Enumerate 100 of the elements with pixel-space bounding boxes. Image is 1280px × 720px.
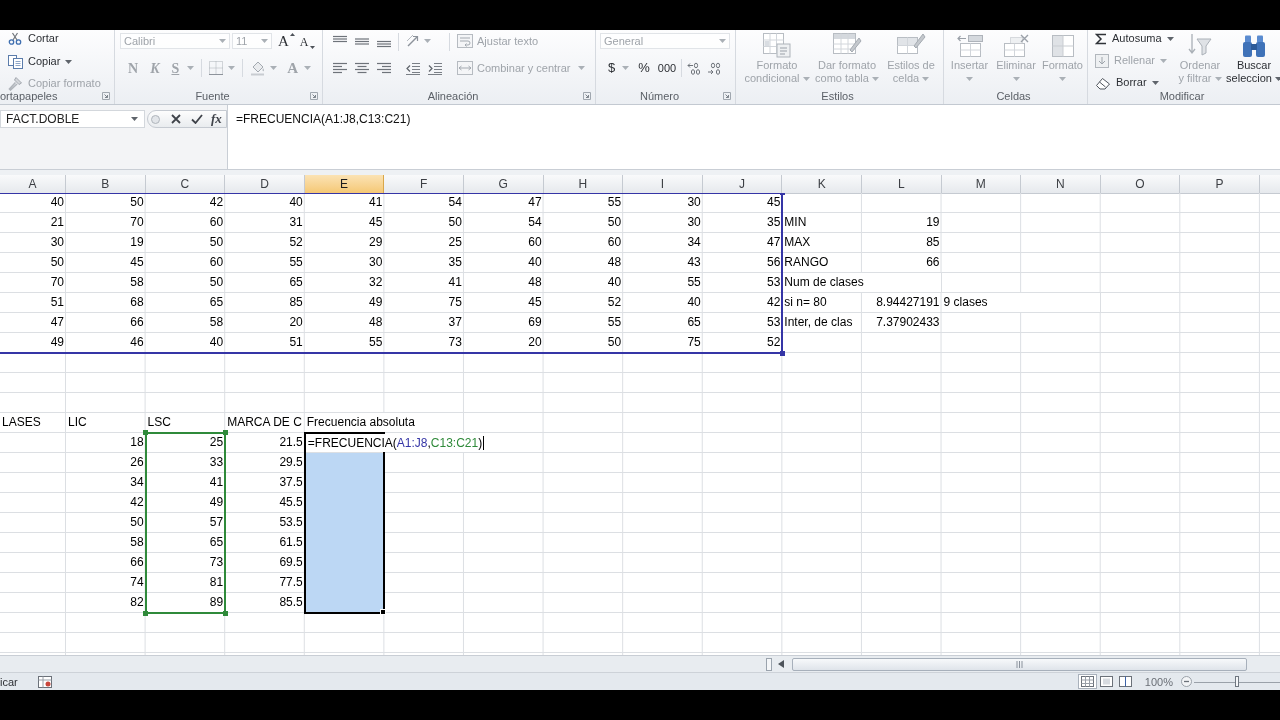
table-cell-text: 45.5 — [278, 494, 304, 511]
round-handle-icon[interactable] — [151, 114, 160, 124]
zoom-level[interactable]: 100% — [1144, 674, 1173, 689]
table-cell-text: 20 — [288, 314, 304, 331]
column-header[interactable]: L — [861, 175, 942, 194]
table-cell-text: 50 — [49, 254, 65, 271]
table-cell-text: 60 — [527, 234, 543, 251]
table-cell-text: 34 — [129, 474, 145, 491]
clear-button[interactable]: Borrar — [1095, 75, 1159, 90]
align-left-icon[interactable] — [333, 61, 347, 75]
copy-button[interactable]: Copiar — [8, 54, 73, 69]
table-cell-text: 65 — [686, 314, 702, 331]
thousands-button[interactable]: 000 — [657, 59, 677, 77]
dialog-launcher-icon[interactable] — [102, 92, 110, 100]
border-grid-icon[interactable] — [209, 61, 224, 75]
table-cell: Num de clases — [782, 273, 942, 293]
group-label: Fuente — [195, 89, 230, 103]
table-cell-text: 57 — [208, 514, 225, 531]
table-cell-text: 51 — [288, 334, 304, 351]
table-cell-text: 85.5 — [278, 594, 304, 611]
cut-button[interactable]: Cortar — [8, 31, 59, 46]
autosum-button[interactable]: Autosuma — [1095, 31, 1174, 46]
table-cell-text: 42 — [766, 294, 782, 311]
table-cell-text: 45 — [368, 214, 384, 231]
table-cell-text: 66 — [925, 254, 941, 271]
table-cell-text: 19 — [925, 214, 941, 231]
table-cell-text: 82 — [129, 594, 145, 611]
table-cell-text: 30 — [368, 254, 384, 271]
conditional-format-icon — [762, 32, 792, 58]
delete-cells-icon — [1001, 34, 1031, 58]
column-header[interactable]: P — [1180, 175, 1260, 194]
caret-icon — [261, 39, 268, 43]
check-icon[interactable] — [191, 114, 203, 124]
cancel-icon[interactable] — [171, 114, 181, 124]
column-header[interactable]: K — [782, 175, 862, 194]
table-cell-text: 45 — [527, 294, 543, 311]
cell-editor[interactable]: =FRECUENCIA(A1:J8,C13:C21) — [305, 434, 486, 452]
group-label: Estilos — [821, 89, 854, 103]
table-cell-text: Inter, de clas — [783, 314, 854, 331]
zoom-out-icon[interactable] — [1181, 676, 1192, 687]
caret-icon — [1059, 77, 1066, 81]
column-header[interactable]: O — [1100, 175, 1181, 194]
table-cell-text: 26 — [129, 454, 145, 471]
decimal-increase-icon[interactable] — [687, 61, 702, 75]
table-cell-text: 75 — [447, 294, 463, 311]
column-header[interactable]: M — [941, 175, 1022, 194]
table-cell-text: 31 — [288, 214, 304, 231]
zoom-slider[interactable] — [1194, 675, 1280, 688]
table-cell-text: 74 — [129, 574, 145, 591]
table-cell-text: 75 — [686, 334, 702, 351]
table-cell-text: 73 — [208, 554, 225, 571]
indent-decrease-icon[interactable] — [406, 61, 420, 75]
caret-icon — [622, 66, 630, 70]
table-cell-text: 40 — [288, 194, 304, 211]
table-cell-text: 35 — [766, 214, 782, 231]
find-select-button[interactable]: Buscar seleccion — [1228, 30, 1280, 90]
table-cell-text: 48 — [368, 314, 384, 331]
caret-icon — [922, 76, 930, 81]
table-cell-text: 43 — [686, 254, 702, 271]
table-cell-text: 45 — [766, 194, 782, 211]
dialog-launcher-icon[interactable] — [583, 92, 591, 100]
macro-record-icon[interactable] — [37, 675, 52, 688]
table-cell-text: 30 — [686, 194, 702, 211]
zoom-slider-thumb[interactable] — [1235, 675, 1239, 687]
merge-cells-icon — [457, 61, 473, 75]
scrollbar-thumb[interactable] — [792, 657, 1247, 671]
group-label: Modificar — [1159, 89, 1205, 103]
table-cell-text: 56 — [766, 254, 782, 271]
scroll-left-icon[interactable] — [778, 660, 784, 668]
table-cell-text: 73 — [447, 334, 463, 351]
align-center-icon[interactable] — [355, 61, 369, 75]
currency-button[interactable]: $ — [608, 58, 630, 78]
paintbrush-icon — [8, 76, 23, 91]
indent-increase-icon[interactable] — [428, 61, 442, 75]
table-cell-text: 40 — [208, 334, 225, 351]
fill-down-icon — [1095, 53, 1109, 68]
decimal-decrease-icon[interactable] — [707, 61, 722, 75]
up-triangle-icon — [289, 33, 295, 36]
name-box[interactable]: FACT.DOBLE — [0, 110, 145, 128]
dialog-launcher-icon[interactable] — [723, 92, 731, 100]
table-cell-text: 50 — [129, 194, 145, 211]
align-right-icon[interactable] — [377, 61, 391, 75]
table-cell-text: 42 — [208, 194, 225, 211]
diagonal-arrow-icon[interactable] — [406, 34, 420, 48]
column-header[interactable]: N — [1021, 175, 1101, 194]
normal-view-button[interactable] — [1077, 674, 1097, 689]
insert-function-button[interactable]: fx — [211, 112, 222, 126]
grow-font-button[interactable]: A — [278, 33, 295, 49]
dialog-launcher-icon[interactable] — [310, 92, 318, 100]
percent-button[interactable]: % — [638, 58, 650, 78]
status-text: icar — [0, 674, 18, 689]
caret-icon — [65, 59, 73, 64]
table-cell-text: 66 — [129, 314, 145, 331]
caret-icon — [228, 66, 236, 70]
split-handle[interactable] — [766, 657, 772, 671]
table-cell-text: 55 — [368, 334, 384, 351]
table-cell-text: MAX — [783, 234, 812, 251]
grip-lines-icon — [1016, 660, 1023, 668]
table-cell-text: 41 — [208, 474, 225, 491]
shrink-font-button[interactable]: A — [299, 33, 315, 49]
